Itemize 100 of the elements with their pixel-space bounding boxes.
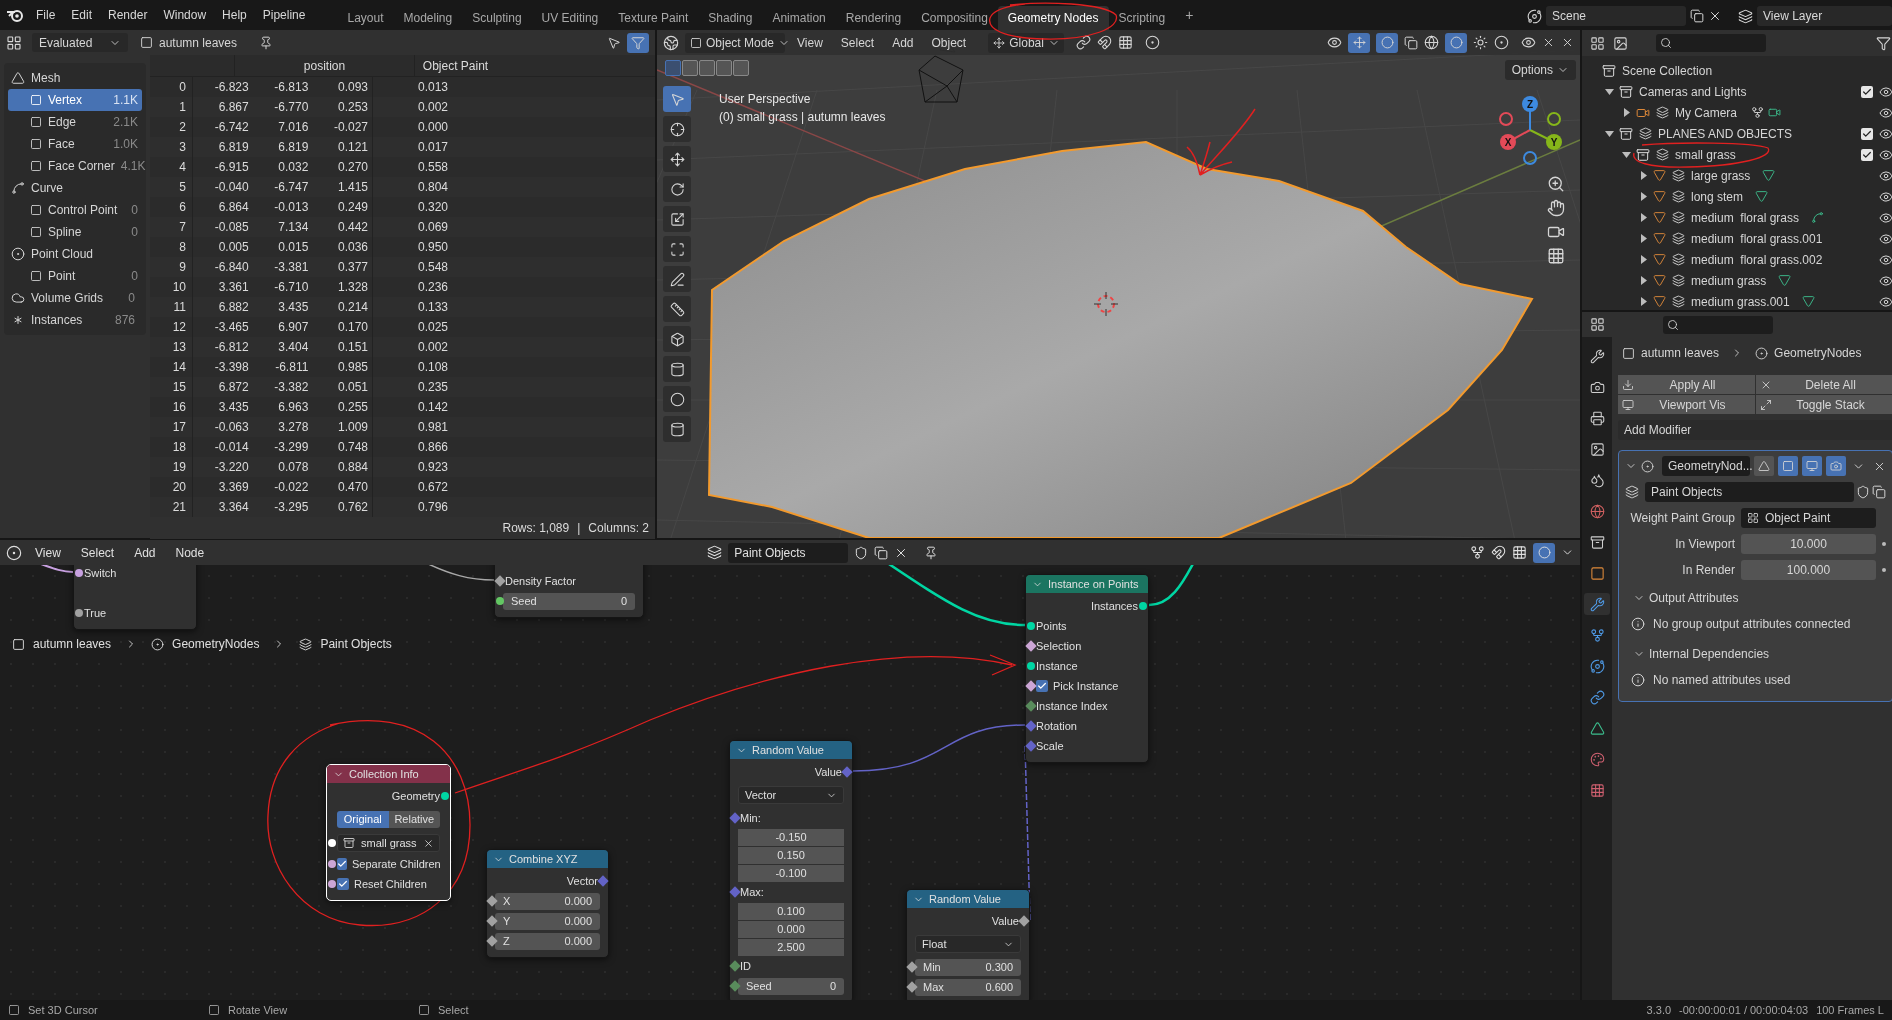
node-group-field[interactable]: Paint Objects — [1645, 482, 1854, 502]
node-header[interactable]: Random Value — [730, 741, 852, 759]
number-field[interactable]: Seed 0 — [738, 977, 844, 995]
number-field[interactable]: 2.500 — [738, 938, 844, 956]
dataset-item[interactable]: Control Point 0 — [8, 199, 142, 221]
dataset-item[interactable]: Edge 2.1K — [8, 111, 142, 133]
number-field[interactable]: 10.000 — [1741, 534, 1876, 554]
outliner-item[interactable]: medium floral grass.002 — [1691, 250, 1823, 269]
outliner-item[interactable]: long stem — [1691, 187, 1744, 206]
axis-handle[interactable]: Y — [1546, 134, 1562, 150]
workspace-tab[interactable]: Scripting — [1108, 6, 1176, 30]
workspace-tab[interactable]: Sculpting — [462, 6, 532, 30]
node-card[interactable]: Switch True — [73, 565, 197, 630]
dataset-item[interactable]: Face 1.0K — [8, 133, 142, 155]
menu-item[interactable]: Select — [834, 33, 881, 52]
attribute-field[interactable]: Object Paint — [1741, 508, 1876, 528]
node-card[interactable]: Random Value Value Float Min 0.300 Max 0.600 — [906, 889, 1030, 1000]
node-header[interactable]: Combine XYZ — [487, 850, 608, 868]
number-field[interactable]: 0.100 — [738, 902, 844, 920]
menu-item[interactable]: Help — [214, 6, 255, 24]
modifier-action-button[interactable]: Toggle Stack — [1756, 395, 1892, 414]
node-card[interactable]: Combine XYZ Vector X 0.000 Y 0.000 Z 0.000 — [486, 849, 609, 958]
workspace-tab[interactable]: Layout — [337, 6, 394, 30]
outliner-item[interactable]: Scene Collection — [1622, 61, 1713, 80]
node-card[interactable]: Instance on Points Instances Points Selection Instance Pick Instance Instance Index Rotation Scale — [1025, 574, 1149, 763]
outliner-item[interactable]: medium grass.001 — [1691, 292, 1790, 310]
workspace-tab[interactable]: Animation — [762, 6, 836, 30]
number-field[interactable]: X 0.000 — [495, 892, 600, 910]
node-header[interactable]: Collection Info — [327, 765, 450, 783]
menu-item[interactable]: Node — [168, 543, 212, 562]
dataset-item[interactable]: Point 0 — [8, 265, 142, 287]
number-field[interactable]: 0.150 — [738, 846, 844, 864]
modifier-action-button[interactable]: Delete All — [1756, 375, 1892, 394]
orientation-dropdown[interactable]: Global — [988, 32, 1065, 53]
menu-item[interactable]: Object — [925, 33, 973, 52]
workspace-tab[interactable]: Geometry Nodes — [997, 6, 1109, 30]
menu-item[interactable]: File — [28, 6, 64, 24]
menu-item[interactable]: Pipeline — [254, 6, 314, 24]
menu-item[interactable]: View — [28, 543, 68, 562]
socket-label: Scale — [1036, 738, 1064, 754]
dataset-item[interactable]: Spline 0 — [8, 221, 142, 243]
outliner-item[interactable]: My Camera — [1675, 103, 1737, 122]
workspace-tab[interactable]: Rendering — [835, 6, 912, 30]
outliner-item[interactable]: medium grass — [1691, 271, 1767, 290]
node-header[interactable]: Instance on Points — [1026, 575, 1148, 593]
type-dropdown[interactable]: Float — [915, 935, 1021, 953]
node-header[interactable]: Random Value — [907, 890, 1029, 908]
number-field[interactable]: -0.100 — [738, 864, 844, 882]
type-dropdown[interactable]: Vector — [738, 786, 844, 804]
scene-field[interactable]: Scene — [1546, 6, 1686, 26]
number-field[interactable]: Y 0.000 — [495, 912, 600, 930]
modifier-action-button[interactable]: Apply All — [1618, 375, 1755, 394]
view-layer-field[interactable]: View Layer — [1757, 6, 1892, 26]
outliner-item[interactable]: medium floral grass — [1691, 208, 1800, 227]
number-field[interactable]: Min 0.300 — [915, 958, 1021, 976]
toggle-option[interactable]: Original — [337, 810, 389, 828]
number-field[interactable]: Max 0.600 — [915, 978, 1021, 996]
workspace-tab[interactable]: Texture Paint — [608, 6, 699, 30]
number-field[interactable]: Seed 0 — [503, 592, 635, 610]
workspace-tab[interactable]: Modeling — [393, 6, 463, 30]
axis-handle[interactable]: Z — [1522, 96, 1538, 112]
menu-item[interactable]: Edit — [63, 6, 101, 24]
add-workspace-button[interactable]: + — [1179, 5, 1200, 26]
node-card[interactable]: Collection Info Geometry Original Relative small grass Separate Children Reset Children — [326, 764, 451, 901]
outliner-item[interactable]: small grass — [1675, 145, 1736, 164]
workspace-tab[interactable]: UV Editing — [531, 6, 609, 30]
modifier-name-field[interactable]: GeometryNod... — [1662, 456, 1750, 476]
workspace-tab[interactable]: Compositing — [911, 6, 998, 30]
add-modifier-dropdown[interactable]: Add Modifier — [1618, 420, 1892, 440]
workspace-tab[interactable]: Shading — [698, 6, 763, 30]
menu-item[interactable]: View — [791, 33, 829, 52]
options-button[interactable]: Options — [1504, 60, 1576, 80]
outliner-item[interactable]: large grass — [1691, 166, 1751, 185]
evaluation-dropdown[interactable]: Evaluated — [32, 33, 128, 52]
node-group-field[interactable]: Paint Objects — [728, 542, 849, 563]
menu-item[interactable]: Render — [100, 6, 156, 24]
panel-title[interactable]: Output Attributes — [1649, 589, 1739, 607]
collection-field[interactable]: small grass — [337, 834, 440, 852]
column-header[interactable]: position — [234, 55, 414, 76]
menu-item[interactable]: Window — [155, 6, 215, 24]
column-header[interactable]: Object Paint — [414, 55, 496, 76]
outliner-item[interactable]: medium floral grass.001 — [1691, 229, 1823, 248]
menu-item[interactable]: Add — [886, 33, 920, 52]
modifier-action-button[interactable]: Viewport Vis — [1618, 395, 1755, 414]
axis-handle[interactable]: X — [1500, 134, 1516, 150]
row-index: 5 — [178, 179, 187, 196]
menu-item[interactable]: Add — [127, 543, 163, 562]
node-card[interactable]: Density Factor Seed 0 — [494, 565, 644, 618]
number-field[interactable]: Z 0.000 — [495, 932, 600, 950]
panel-title[interactable]: Internal Dependencies — [1649, 645, 1770, 663]
outliner-item[interactable]: PLANES AND OBJECTS — [1658, 124, 1793, 143]
outliner-item[interactable]: Cameras and Lights — [1639, 82, 1747, 101]
number-field[interactable]: 100.000 — [1741, 560, 1876, 580]
dataset-item[interactable]: Vertex 1.1K — [8, 89, 142, 111]
number-field[interactable]: 0.000 — [738, 920, 844, 938]
menu-item[interactable]: Select — [73, 543, 122, 562]
mode-dropdown[interactable]: Object Mode — [685, 32, 785, 53]
toggle-option[interactable]: Relative — [388, 810, 440, 828]
number-field[interactable]: -0.150 — [738, 828, 844, 846]
node-card[interactable]: Random Value Value Vector Min: -0.150 0.150 -0.100 Max: 0.100 0.000 2.500 ID Seed 0 — [729, 740, 853, 1000]
